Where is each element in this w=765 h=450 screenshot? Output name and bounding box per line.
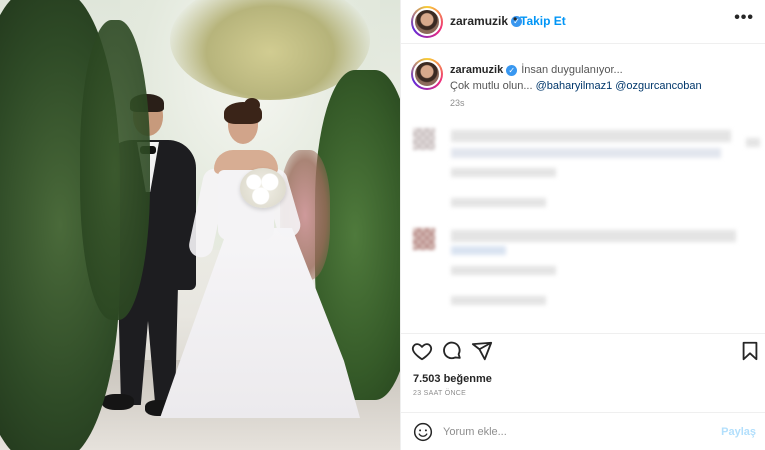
emoji-icon[interactable] xyxy=(413,422,433,442)
blurred-comment-meta xyxy=(451,198,546,207)
blurred-comment-meta xyxy=(451,266,556,275)
mention-link[interactable]: @ozgurcancoban xyxy=(615,80,701,92)
blurred-comment-avatar xyxy=(413,228,435,250)
blurred-comment-text xyxy=(451,130,731,142)
bride-hair-bun xyxy=(244,98,260,112)
groom-shoe xyxy=(102,394,134,410)
more-options-icon[interactable]: ••• xyxy=(734,9,754,27)
comments-list-blurred xyxy=(401,118,765,333)
post-details-pane: zaramuzik ✓ • Takip Et ••• zaramuzik ✓ İnsa… xyxy=(400,0,765,450)
bookmark-icon[interactable] xyxy=(739,340,761,362)
caption-timestamp[interactable]: 23s xyxy=(450,98,465,108)
blurred-comment-text xyxy=(451,246,506,255)
like-count[interactable]: 7.503 beğenme xyxy=(413,373,492,385)
blurred-comment-meta xyxy=(451,296,546,305)
comment-composer: Paylaş xyxy=(401,412,765,450)
caption-username[interactable]: zaramuzik xyxy=(450,64,503,76)
caption-line: zaramuzik ✓ İnsan duygulanıyor... xyxy=(450,64,623,76)
photo-hedge-left-inner xyxy=(80,20,150,320)
author-username[interactable]: zaramuzik ✓ xyxy=(450,14,523,28)
post-actions-bar xyxy=(401,333,765,367)
mention-link[interactable]: @baharyilmaz1 xyxy=(536,80,613,92)
header-separator: • xyxy=(513,12,518,26)
caption-text: İnsan duygulanıyor... xyxy=(521,64,623,76)
share-icon[interactable] xyxy=(471,340,493,362)
blurred-comment-text xyxy=(451,230,736,242)
caption-line-2: Çok mutlu olun... @baharyilmaz1 @ozgurca… xyxy=(450,80,702,92)
post-comment-button[interactable]: Paylaş xyxy=(721,426,756,438)
follow-button[interactable]: Takip Et xyxy=(520,14,566,28)
author-avatar[interactable] xyxy=(411,6,443,38)
blurred-comment-text xyxy=(451,148,721,158)
blurred-comment-meta xyxy=(451,168,556,177)
heart-icon[interactable] xyxy=(411,340,433,362)
caption-author-avatar[interactable] xyxy=(411,58,443,90)
post-photo[interactable] xyxy=(0,0,400,450)
blurred-comment-text xyxy=(746,138,760,147)
verified-badge-icon: ✓ xyxy=(506,64,518,76)
post-caption: zaramuzik ✓ İnsan duygulanıyor... Çok mutl… xyxy=(401,52,765,112)
blurred-comment-avatar xyxy=(413,128,435,150)
bouquet xyxy=(240,168,286,208)
caption-text-2: Çok mutlu olun... xyxy=(450,80,536,92)
comment-icon[interactable] xyxy=(441,340,463,362)
post-timestamp[interactable]: 23 SAAT ÖNCE xyxy=(413,390,466,397)
post-header: zaramuzik ✓ • Takip Et ••• xyxy=(401,0,765,44)
comment-input[interactable] xyxy=(443,423,703,441)
